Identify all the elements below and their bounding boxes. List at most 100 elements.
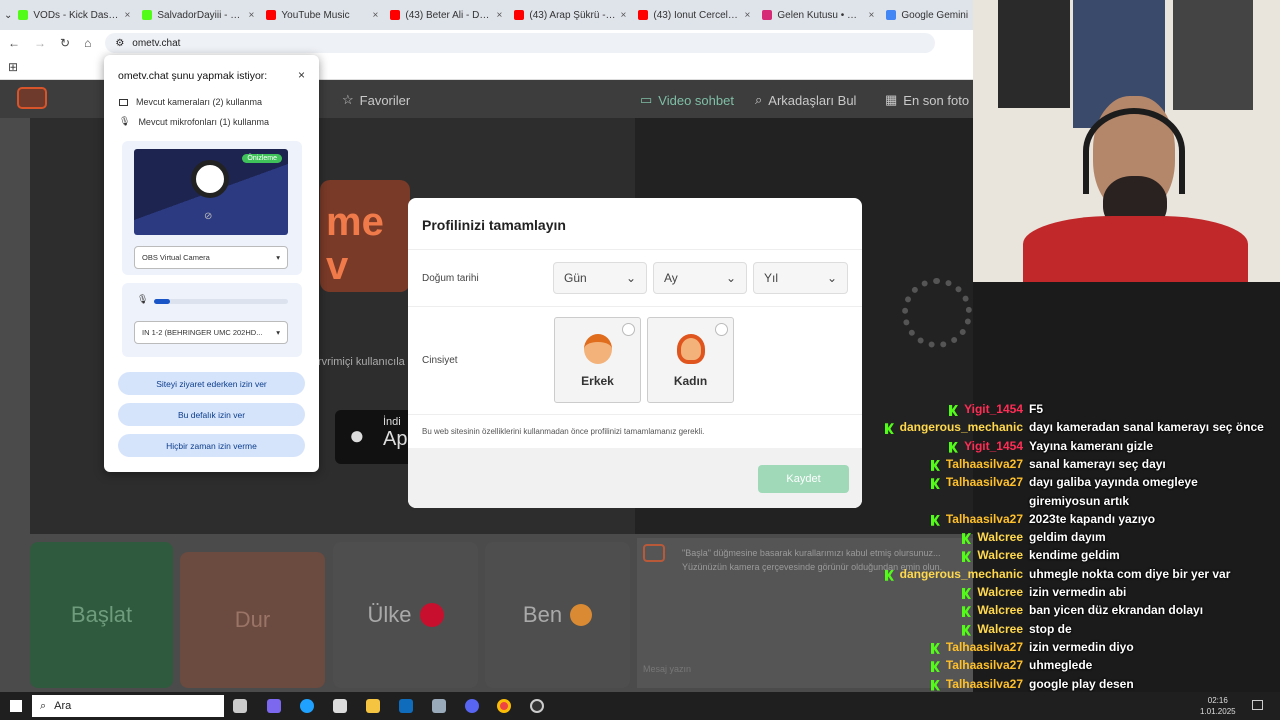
chat-username: dangerous_mechanic bbox=[899, 566, 1023, 581]
browser-tab[interactable]: (43) Beter Ali - Domu × bbox=[384, 3, 508, 27]
file-explorer-icon[interactable] bbox=[366, 699, 380, 713]
online-users-text: rvrimiçi kullanıcıla bbox=[318, 356, 405, 368]
gender-me-button[interactable]: Ben bbox=[485, 542, 630, 688]
chat-text: uhmeglede bbox=[1029, 658, 1093, 673]
divider bbox=[408, 414, 862, 415]
browser-tab[interactable]: SalvadorDayiii - Watc × bbox=[136, 3, 260, 27]
save-button[interactable]: Kaydet bbox=[758, 465, 849, 493]
chat-username: Yigit_1454 bbox=[964, 438, 1023, 453]
copilot-icon[interactable] bbox=[267, 699, 281, 713]
home-icon[interactable]: ⌂ bbox=[84, 36, 91, 50]
notification-icon[interactable] bbox=[1252, 700, 1263, 710]
chat-text: stop de bbox=[1029, 621, 1072, 636]
tab-favicon-icon bbox=[886, 10, 897, 20]
nav-latest-photos-label: En son foto bbox=[903, 92, 970, 108]
task-view-icon[interactable] bbox=[233, 699, 247, 713]
country-button[interactable]: Ülke bbox=[333, 542, 478, 688]
obs-icon[interactable] bbox=[530, 699, 544, 713]
nav-video-chat[interactable]: ▭ Video sohbet bbox=[640, 92, 734, 108]
tab-close-icon[interactable]: × bbox=[249, 10, 255, 21]
day-select[interactable]: Gün ⌄ bbox=[553, 262, 647, 294]
chat-username: Talhaasilva27 bbox=[945, 658, 1023, 673]
chat-username: Yigit_1454 bbox=[964, 402, 1023, 416]
permission-popup: ometv.chat şunu yapmak istiyor: × Mevcut… bbox=[104, 55, 319, 472]
kick-badge-icon bbox=[931, 478, 940, 490]
chat-message: Walcree kendime geldim bbox=[840, 548, 1280, 566]
browser-tab[interactable]: VODs - Kick Dashbo × bbox=[12, 3, 136, 27]
tab-close-icon[interactable]: × bbox=[869, 10, 875, 21]
site-info-icon[interactable]: ⚙ bbox=[115, 38, 124, 49]
tab-close-icon[interactable]: × bbox=[745, 10, 751, 21]
forward-icon[interactable]: → bbox=[34, 36, 46, 50]
month-select[interactable]: Ay ⌄ bbox=[653, 262, 747, 294]
outlook-icon[interactable] bbox=[399, 699, 413, 713]
male-radio[interactable] bbox=[622, 323, 635, 336]
kick-badge-icon bbox=[931, 642, 940, 654]
windows-start-icon[interactable] bbox=[10, 700, 22, 712]
wall-poster-right bbox=[1173, 0, 1253, 110]
browser-tab[interactable]: YouTube Music × bbox=[260, 3, 384, 27]
store-icon[interactable] bbox=[333, 699, 347, 713]
nav-latest-photos[interactable]: ▦ En son foto bbox=[885, 92, 969, 108]
boy-avatar-icon bbox=[570, 604, 593, 626]
tab-list-icon[interactable]: ⌄ bbox=[4, 10, 12, 21]
discord-icon[interactable] bbox=[465, 699, 479, 713]
allow-once-label: Bu defalık izin ver bbox=[177, 409, 246, 420]
chat-message: Yigit_1454 Yayına kameranı gizle bbox=[840, 439, 1280, 457]
tab-close-icon[interactable]: × bbox=[621, 10, 627, 21]
gender-male-label: Erkek bbox=[581, 374, 614, 388]
taskbar-search[interactable]: ⌕ Ara bbox=[32, 695, 224, 717]
back-icon[interactable]: ← bbox=[8, 36, 20, 50]
gender-me-button-label: Ben bbox=[522, 602, 563, 627]
edge-icon[interactable] bbox=[300, 699, 314, 713]
allow-on-visit-button[interactable]: Siteyi ziyaret ederken izin ver bbox=[118, 372, 305, 395]
gender-female-option[interactable]: Kadın bbox=[647, 317, 734, 403]
mic-level-meter bbox=[154, 299, 288, 304]
reload-icon[interactable]: ↻ bbox=[60, 36, 70, 50]
browser-tab[interactable]: (43) Ionut Cercel - M × bbox=[632, 3, 756, 27]
hero-logo: me v bbox=[320, 180, 410, 292]
camera-select[interactable]: OBS Virtual Camera ▾ bbox=[134, 246, 288, 269]
nav-favorites[interactable]: ☆ Favoriler bbox=[342, 92, 410, 108]
browser-tab[interactable]: (43) Arap Şükrü - İçin × bbox=[508, 3, 632, 27]
close-icon[interactable]: × bbox=[298, 68, 305, 82]
chat-message: Talhaasilva27 dayı galiba yayında omegley… bbox=[840, 475, 1280, 493]
modal-title: Profilinizi tamamlayın bbox=[422, 217, 566, 233]
search-icon: ⌕ bbox=[755, 92, 763, 107]
apps-grid-icon[interactable]: ⊞ bbox=[8, 60, 18, 74]
chat-username: Walcree bbox=[977, 603, 1023, 618]
kick-badge-icon bbox=[962, 606, 971, 618]
tab-close-icon[interactable]: × bbox=[125, 10, 131, 21]
mic-select[interactable]: IN 1-2 (BEHRINGER UMC 202HD... ▾ bbox=[134, 321, 288, 344]
year-select[interactable]: Yıl ⌄ bbox=[753, 262, 848, 294]
chrome-icon[interactable] bbox=[497, 699, 511, 713]
streamer-webcam bbox=[973, 0, 1280, 282]
divider bbox=[408, 249, 862, 250]
gender-male-option[interactable]: Erkek bbox=[554, 317, 641, 403]
start-button[interactable]: Başlat bbox=[30, 542, 173, 688]
message-input[interactable]: Mesaj yazın bbox=[643, 664, 691, 674]
tab-favicon-icon bbox=[142, 10, 153, 20]
chat-username: Walcree bbox=[977, 548, 1023, 563]
tab-close-icon[interactable]: × bbox=[497, 10, 503, 21]
app-icon[interactable] bbox=[432, 699, 446, 713]
stop-button[interactable]: Dur bbox=[180, 552, 325, 688]
never-allow-button[interactable]: Hiçbir zaman izin verme bbox=[118, 434, 305, 457]
ometv-logo[interactable] bbox=[17, 87, 47, 109]
tab-close-icon[interactable]: × bbox=[373, 10, 379, 21]
chat-message: Talhaasilva27 uhmeglede bbox=[840, 658, 1280, 676]
allow-once-button[interactable]: Bu defalık izin ver bbox=[118, 403, 305, 426]
kick-badge-icon bbox=[931, 661, 940, 673]
modal-footer: Kaydet bbox=[408, 448, 862, 508]
nav-find-friends[interactable]: ⌕ Arkadaşları Bul bbox=[755, 92, 856, 108]
chevron-down-icon: ▾ bbox=[276, 253, 280, 262]
address-bar[interactable]: ⚙ ometv.chat bbox=[105, 33, 936, 53]
search-icon: ⌕ bbox=[40, 699, 47, 712]
chat-message: Talhaasilva27 sanal kamerayı seç dayı bbox=[840, 457, 1280, 475]
clock[interactable]: 02:16 1.01.2025 bbox=[1200, 695, 1236, 717]
chat-username: Talhaasilva27 bbox=[945, 456, 1023, 471]
browser-tab[interactable]: Gelen Kutusu • Direct × bbox=[756, 3, 880, 27]
camera-preview: Önizleme ⊘ bbox=[134, 149, 288, 235]
female-radio[interactable] bbox=[715, 323, 728, 336]
chat-text: sanal kamerayı seç dayı bbox=[1029, 456, 1166, 471]
